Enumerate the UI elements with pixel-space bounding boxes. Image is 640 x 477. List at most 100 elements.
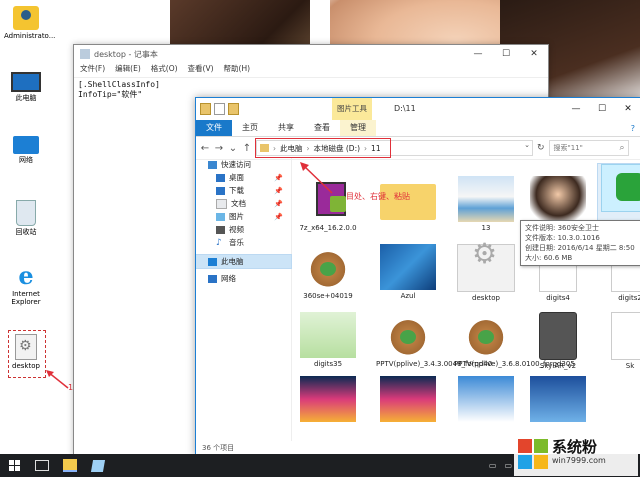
- tab-share[interactable]: 共享: [268, 120, 304, 136]
- help-icon[interactable]: ?: [631, 124, 640, 133]
- file-item[interactable]: [526, 176, 590, 224]
- nav-label: 音乐: [229, 238, 244, 247]
- file-item[interactable]: digits35: [296, 312, 360, 369]
- maximize-button[interactable]: ☐: [589, 98, 615, 120]
- menu-view[interactable]: 查看(V): [188, 63, 214, 77]
- menu-edit[interactable]: 编辑(E): [115, 63, 141, 77]
- desktop-icon: [216, 173, 225, 182]
- task-view-button[interactable]: [28, 454, 56, 477]
- search-input[interactable]: 搜索"11": [548, 140, 629, 156]
- tab-view[interactable]: 查看: [304, 120, 340, 136]
- file-item[interactable]: 13: [454, 176, 518, 233]
- file-item[interactable]: Sk: [598, 312, 640, 371]
- windows-logo-icon: [518, 439, 548, 469]
- desktop-icon-ie[interactable]: e Internet Explorer: [4, 261, 48, 307]
- file-item[interactable]: PPTV(pplive)_3.4.3.0048_forqd40: [376, 312, 492, 369]
- address-bar[interactable]: › 此电脑 › 本地磁盘 (D:) › 11 ⌄: [255, 138, 533, 158]
- forward-arrow-icon[interactable]: →: [214, 143, 224, 154]
- file-name: desktop: [472, 294, 500, 302]
- nav-desktop[interactable]: 桌面 📌: [196, 171, 291, 184]
- address-row: ← → ⌄ ↑ › 此电脑 › 本地磁盘 (D:) › 11 ⌄ ↻ 搜索"11…: [196, 137, 640, 160]
- close-button[interactable]: ✕: [520, 49, 548, 59]
- menu-file[interactable]: 文件(F): [80, 63, 105, 77]
- minimize-button[interactable]: —: [464, 49, 492, 59]
- file-name: 13: [481, 224, 491, 232]
- recent-dropdown-icon[interactable]: ⌄: [228, 143, 238, 154]
- file-item[interactable]: desktop: [454, 244, 518, 303]
- video-icon: [216, 225, 225, 234]
- file-name: digits4: [546, 294, 570, 302]
- file-item[interactable]: [454, 376, 518, 424]
- file-name: Sk: [625, 362, 635, 370]
- back-arrow-icon[interactable]: ←: [200, 143, 210, 154]
- address-dropdown-icon[interactable]: ⌄: [524, 141, 530, 149]
- desktop-icon-network[interactable]: 网络: [4, 136, 48, 164]
- up-arrow-icon[interactable]: ↑: [242, 143, 252, 154]
- explorer-titlebar[interactable]: 图片工具 D:\11 — ☐ ✕: [196, 98, 640, 120]
- image-thumbnail: [530, 176, 586, 222]
- paste-arrow: [300, 162, 333, 194]
- nav-label: 此电脑: [221, 257, 244, 266]
- navigation-pane: 快速访问 桌面 📌 下载 📌 文档 📌 图片 📌 视频 ♪ 音乐 此电脑 网络: [196, 158, 292, 455]
- start-button[interactable]: [0, 454, 28, 477]
- folder-icon[interactable]: [200, 103, 211, 115]
- file-item[interactable]: SkyIAR_v2: [526, 312, 590, 371]
- tab-file[interactable]: 文件: [196, 120, 232, 136]
- properties-icon[interactable]: [214, 103, 225, 115]
- nav-quick-access[interactable]: 快速访问: [196, 158, 291, 171]
- nav-network[interactable]: 网络: [196, 272, 291, 285]
- tab-home[interactable]: 主页: [232, 120, 268, 136]
- desktop-icon-recycle-bin[interactable]: 回收站: [4, 200, 48, 236]
- minimize-button[interactable]: —: [563, 98, 589, 120]
- desktop-icon-label: Administrato...: [4, 32, 56, 40]
- menu-format[interactable]: 格式(O): [151, 63, 178, 77]
- file-item[interactable]: PPTV(pplive)_3.6.8.0100_forqd305: [454, 312, 575, 369]
- file-item[interactable]: [296, 376, 360, 424]
- explorer-window[interactable]: 图片工具 D:\11 — ☐ ✕ 文件 主页 共享 查看 管理 ? ← → ⌄ …: [195, 97, 640, 456]
- selection-highlight: [8, 330, 46, 378]
- close-button[interactable]: ✕: [615, 98, 640, 120]
- package-icon: [380, 312, 436, 358]
- nav-downloads[interactable]: 下载 📌: [196, 184, 291, 197]
- site-watermark: 系统粉 win7999.com: [514, 432, 638, 476]
- new-folder-icon[interactable]: [228, 103, 239, 115]
- nav-music[interactable]: ♪ 音乐: [196, 236, 291, 249]
- pictures-icon: [216, 212, 225, 221]
- nav-videos[interactable]: 视频: [196, 223, 291, 236]
- tab-manage[interactable]: 管理: [340, 120, 376, 136]
- taskbar-explorer[interactable]: [56, 454, 84, 477]
- desktop-icon-label: 回收站: [15, 228, 37, 236]
- taskbar-notepad[interactable]: [84, 454, 112, 477]
- file-item-360-selected[interactable]: [597, 163, 640, 227]
- tray-icon[interactable]: ▭: [489, 461, 497, 470]
- internet-explorer-icon: e: [18, 261, 34, 290]
- file-name: 360se+04019: [303, 292, 353, 300]
- file-item[interactable]: 360se+04019: [296, 244, 360, 301]
- tray-icon[interactable]: ▭: [504, 461, 512, 470]
- nav-pictures[interactable]: 图片 📌: [196, 210, 291, 223]
- pin-icon: 📌: [274, 199, 283, 208]
- file-item[interactable]: [376, 376, 440, 424]
- documents-icon: [216, 198, 227, 209]
- desktop-icon-user[interactable]: Administrato...: [4, 6, 56, 40]
- nav-documents[interactable]: 文档 📌: [196, 197, 291, 210]
- nav-label: 网络: [221, 274, 236, 283]
- desktop-icon-this-pc[interactable]: 此电脑: [4, 72, 48, 102]
- nav-this-pc[interactable]: 此电脑: [196, 254, 292, 269]
- computer-icon: [11, 72, 41, 92]
- nav-label: 下载: [229, 186, 244, 195]
- package-icon: [300, 244, 356, 290]
- desktop-icon-label: 网络: [19, 156, 33, 164]
- picture-tools-tab[interactable]: 图片工具: [332, 98, 372, 120]
- file-name: Azul: [400, 292, 416, 300]
- tooltip-line: 创建日期: 2016/6/14 星期二 8:50: [525, 244, 635, 252]
- network-icon: [208, 274, 217, 283]
- file-item[interactable]: [526, 376, 590, 424]
- menu-help[interactable]: 帮助(H): [224, 63, 251, 77]
- download-icon: [216, 186, 225, 195]
- notepad-titlebar[interactable]: desktop - 记事本 — ☐ ✕: [74, 45, 548, 63]
- pin-icon: 📌: [274, 173, 283, 182]
- refresh-icon[interactable]: ↻: [537, 143, 545, 153]
- maximize-button[interactable]: ☐: [492, 49, 520, 59]
- file-item[interactable]: Azul: [376, 244, 440, 301]
